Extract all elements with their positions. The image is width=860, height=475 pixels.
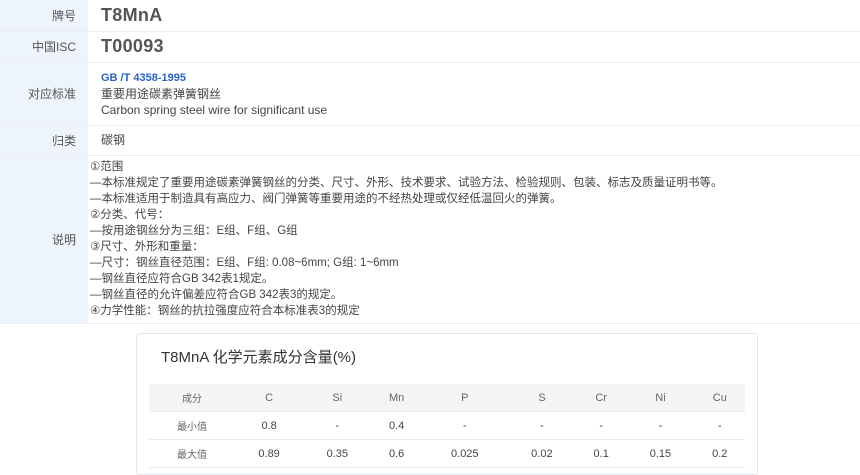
description-text: ①范围 —本标准规定了重要用途碳素弹簧钢丝的分类、尺寸、外形、技术要求、试验方法…	[90, 159, 860, 319]
composition-cell: 0.02	[507, 439, 576, 468]
standard-row: 对应标准 GB /T 4358-1995 重要用途碳素弹簧钢丝 Carbon s…	[0, 62, 860, 126]
description-line: —本标准适用于制造具有高应力、阀门弹簧等重要用途的不经热处理或仅经低温回火的弹簧…	[90, 193, 562, 205]
composition-header-row: 成分 C Si Mn P S Cr Ni Cu	[149, 384, 745, 412]
description-line: ③尺寸、外形和重量：	[90, 241, 204, 253]
description-line: —本标准规定了重要用途碳素弹簧钢丝的分类、尺寸、外形、技术要求、试验方法、检验规…	[90, 177, 723, 189]
description-row: 说明 ①范围 —本标准规定了重要用途碳素弹簧钢丝的分类、尺寸、外形、技术要求、试…	[0, 155, 860, 324]
composition-cell: 0.35	[303, 439, 372, 468]
standard-code-link[interactable]: GB /T 4358-1995	[101, 70, 860, 86]
category-label: 归类	[0, 125, 88, 156]
composition-table: 成分 C Si Mn P S Cr Ni Cu 最小值 0.8 - 0.4 - …	[149, 384, 745, 468]
description-line: ①范围	[90, 161, 124, 173]
standard-label: 对应标准	[0, 62, 88, 126]
composition-cell: 0.15	[626, 439, 695, 468]
standard-name-cn: 重要用途碳素弹簧钢丝	[101, 86, 222, 101]
grade-value: T8MnA	[101, 4, 163, 25]
composition-card: T8MnA 化学元素成分含量(%) 成分 C Si Mn P S Cr Ni C…	[136, 333, 758, 475]
composition-cell: 0.8	[235, 411, 304, 440]
isc-label: 中国ISC	[0, 31, 88, 63]
composition-cell: -	[421, 411, 508, 440]
grade-label: 牌号	[0, 0, 88, 32]
composition-header-cell: S	[507, 384, 576, 412]
description-label: 说明	[0, 155, 88, 324]
composition-cell: 0.025	[421, 439, 508, 468]
composition-cell: 0.1	[575, 439, 627, 468]
composition-header-cell: Mn	[371, 384, 422, 412]
composition-cell: 最大值	[149, 439, 235, 468]
composition-cell: -	[694, 411, 745, 440]
description-line: —尺寸：钢丝直径范围：E组、F组: 0.08~6mm; G组: 1~6mm	[90, 257, 399, 269]
description-line: ②分类、代号：	[90, 209, 170, 221]
composition-header-cell: C	[235, 384, 304, 412]
material-info-table: 牌号 T8MnA 中国ISC T00093 对应标准 GB /T 4358-19…	[0, 0, 860, 324]
isc-row: 中国ISC T00093	[0, 31, 860, 63]
composition-cell: -	[626, 411, 695, 440]
composition-cell: 最小值	[149, 411, 235, 440]
composition-cell: -	[303, 411, 372, 440]
category-value: 碳钢	[101, 133, 126, 147]
composition-header-cell: Si	[303, 384, 372, 412]
composition-cell: -	[507, 411, 576, 440]
composition-row-max: 最大值 0.89 0.35 0.6 0.025 0.02 0.1 0.15 0.…	[149, 439, 745, 468]
composition-cell: 0.4	[371, 411, 422, 440]
composition-header-cell: 成分	[149, 384, 235, 412]
composition-header-cell: P	[421, 384, 508, 412]
composition-row-min: 最小值 0.8 - 0.4 - - - - -	[149, 411, 745, 440]
composition-cell: 0.89	[235, 439, 304, 468]
composition-header-cell: Cr	[575, 384, 627, 412]
description-line: —钢丝直径的允许偏差应符合GB 342表3的规定。	[90, 289, 343, 301]
grade-row: 牌号 T8MnA	[0, 0, 860, 32]
composition-header-cell: Ni	[626, 384, 695, 412]
composition-cell: 0.2	[694, 439, 745, 468]
composition-header-cell: Cu	[694, 384, 745, 412]
composition-cell: -	[575, 411, 627, 440]
composition-title: T8MnA 化学元素成分含量(%)	[161, 349, 357, 366]
description-line: —钢丝直径应符合GB 342表1规定。	[90, 273, 274, 285]
composition-cell: 0.6	[371, 439, 422, 468]
standard-name-en: Carbon spring steel wire for significant…	[101, 102, 328, 117]
isc-value: T00093	[101, 36, 164, 56]
description-line: —按用途钢丝分为三组：E组、F组、G组	[90, 225, 298, 237]
category-row: 归类 碳钢	[0, 125, 860, 156]
description-line: ④力学性能：钢丝的抗拉强度应符合本标准表3的规定	[90, 305, 360, 317]
